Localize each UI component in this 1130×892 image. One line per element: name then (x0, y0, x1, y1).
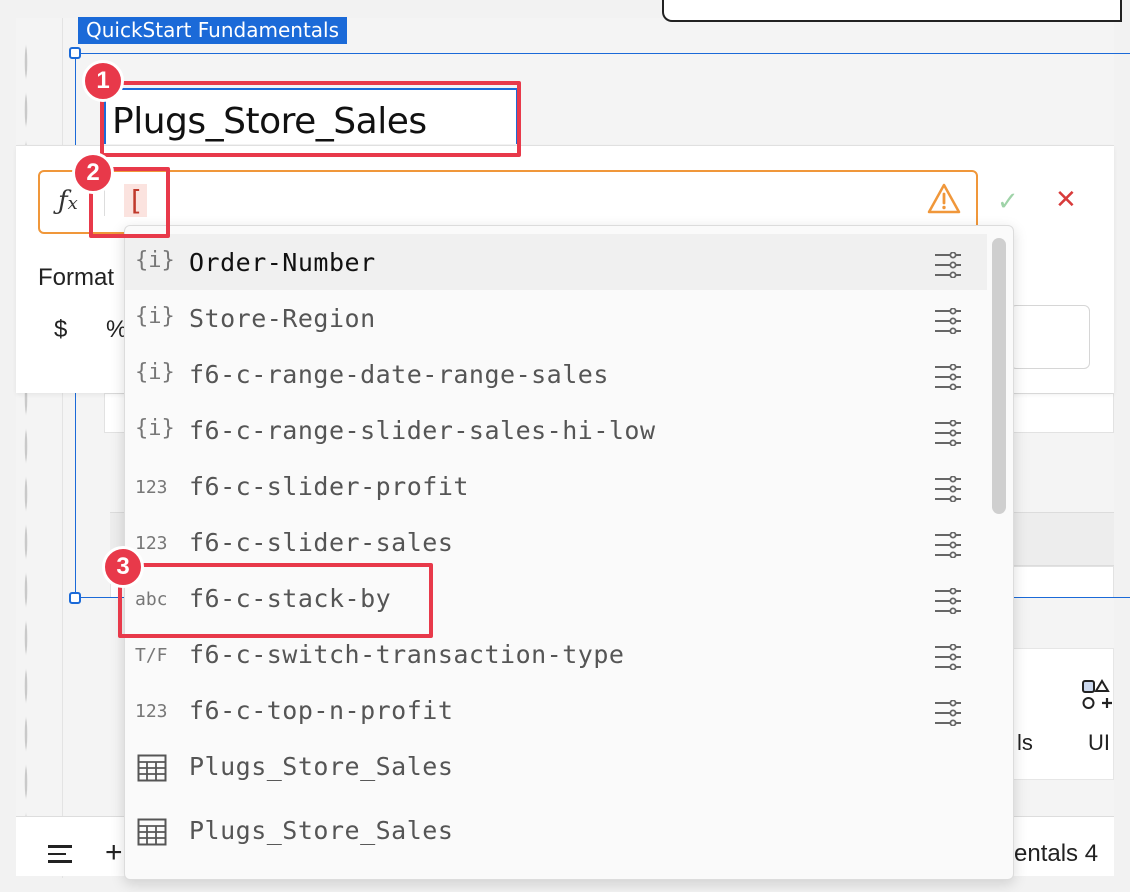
options-icon[interactable] (933, 532, 963, 558)
dropdown-item[interactable]: Plugs_Store_Sales (125, 802, 987, 858)
dropdown-item-label: Order-Number (189, 248, 376, 277)
number-type-icon: 123 (135, 533, 168, 554)
add-element-panel (1012, 648, 1114, 780)
dropdown-item[interactable]: 123 f6-c-slider-profit (125, 458, 987, 514)
ui-elements-icon (1082, 679, 1112, 709)
panel-label-tables: ls (1017, 730, 1033, 755)
dropdown-item-label: Plugs_Store_Sales (189, 816, 454, 845)
add-page-icon[interactable]: + (105, 836, 123, 870)
callout-box-1 (100, 81, 521, 157)
currency-format-button[interactable]: $ (54, 316, 67, 344)
boolean-type-icon: T/F (135, 645, 168, 666)
callout-number-1: 1 (82, 60, 124, 102)
options-icon[interactable] (933, 364, 963, 390)
dropdown-item-label: Plugs_Store_Sales (189, 752, 454, 781)
options-icon[interactable] (933, 420, 963, 446)
options-icon[interactable] (933, 588, 963, 614)
table-icon (137, 754, 167, 782)
callout-number-3: 3 (102, 546, 144, 588)
table-icon (137, 818, 167, 846)
resize-handle[interactable] (69, 47, 81, 59)
dropdown-item[interactable]: 123 f6-c-top-n-profit (125, 682, 987, 738)
dropdown-item[interactable]: {i} f6-c-range-slider-sales-hi-low (125, 402, 987, 458)
dropdown-item[interactable]: 123 f6-c-slider-sales (125, 514, 987, 570)
dropdown-item-label: f6-c-switch-transaction-type (189, 640, 625, 669)
callout-number-2: 2 (72, 152, 114, 194)
dropdown-item[interactable]: {i} Store-Region (125, 290, 987, 346)
element-name-tag[interactable]: QuickStart Fundamentals (78, 17, 348, 44)
panel-label-ui[interactable]: UI (1088, 730, 1110, 756)
dropdown-item[interactable]: Plugs_Store_Sales (125, 738, 987, 794)
page-tab[interactable]: entals 4 (1014, 840, 1098, 868)
string-type-icon: {i} (135, 360, 175, 385)
dropdown-item-label: Store-Region (189, 304, 376, 333)
options-icon[interactable] (933, 308, 963, 334)
string-type-icon: {i} (135, 416, 175, 441)
warning-icon (927, 183, 961, 214)
top-right-panel (662, 0, 1122, 22)
autocomplete-dropdown: {i} Order-Number {i} Store-Region {i} f6… (124, 225, 1014, 880)
string-type-icon: {i} (135, 304, 175, 329)
dropdown-item-label: f6-c-slider-profit (189, 472, 469, 501)
string-type-icon: {i} (135, 248, 175, 273)
confirm-icon[interactable]: ✓ (997, 186, 1019, 217)
dropdown-item[interactable]: {i} f6-c-range-date-range-sales (125, 346, 987, 402)
menu-icon[interactable] (48, 845, 72, 868)
dropdown-scrollbar[interactable] (992, 238, 1006, 514)
resize-handle[interactable] (69, 592, 81, 604)
cancel-icon[interactable]: ✕ (1055, 184, 1077, 215)
options-icon[interactable] (933, 644, 963, 670)
options-icon[interactable] (933, 252, 963, 278)
dropdown-item-label: f6-c-range-slider-sales-hi-low (189, 416, 656, 445)
format-input[interactable] (1010, 305, 1090, 369)
options-icon[interactable] (933, 700, 963, 726)
dropdown-item-label: f6-c-top-n-profit (189, 696, 454, 725)
number-type-icon: 123 (135, 701, 168, 722)
fx-icon: ƒx (58, 186, 78, 216)
format-label: Format (38, 264, 115, 291)
callout-box-3 (118, 563, 433, 638)
dropdown-item-label: f6-c-slider-sales (189, 528, 454, 557)
number-type-icon: 123 (135, 477, 168, 498)
dropdown-item-label: f6-c-range-date-range-sales (189, 360, 609, 389)
dropdown-item[interactable]: {i} Order-Number (125, 234, 987, 290)
options-icon[interactable] (933, 476, 963, 502)
